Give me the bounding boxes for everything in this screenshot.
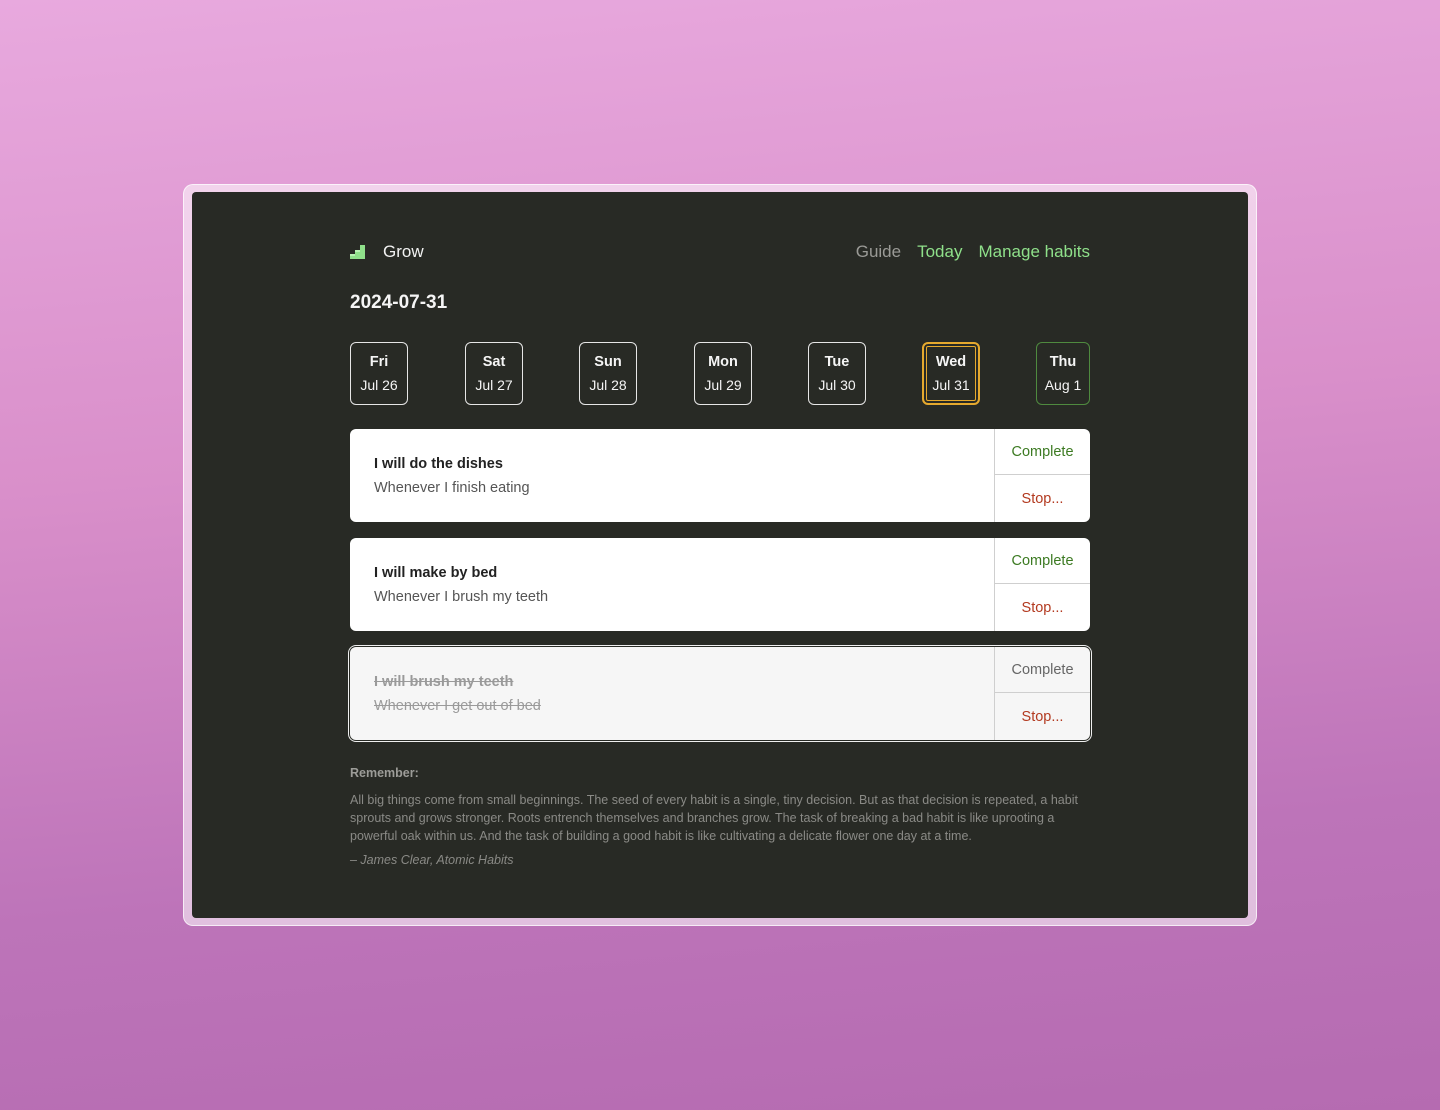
day-name: Thu <box>1049 354 1077 370</box>
day-name: Mon <box>708 354 738 370</box>
remember-attribution: – James Clear, Atomic Habits <box>350 853 514 867</box>
nav-today-link[interactable]: Today <box>917 242 962 262</box>
remember-label: Remember: <box>350 766 419 780</box>
nav-manage-habits-link[interactable]: Manage habits <box>978 242 1090 262</box>
app-window: Grow Guide Today Manage habits 2024-07-3… <box>192 192 1248 918</box>
habit-title: I will do the dishes <box>374 455 503 472</box>
day-date: Jul 26 <box>360 377 398 393</box>
day-name: Wed <box>935 354 967 370</box>
day-selector: Fri Jul 26 Sat Jul 27 Sun Jul 28 Mon Jul… <box>350 342 1090 405</box>
day-date: Jul 31 <box>932 377 970 393</box>
day-name: Fri <box>369 354 389 370</box>
habit-card: I will make by bed Whenever I brush my t… <box>350 538 1090 631</box>
habit-card: I will do the dishes Whenever I finish e… <box>350 429 1090 522</box>
day-date: Aug 1 <box>1044 377 1082 393</box>
habit-actions: Complete Stop... <box>994 538 1090 631</box>
day-name: Tue <box>824 354 850 370</box>
habit-actions: Complete Stop... <box>994 647 1090 740</box>
day-date: Jul 29 <box>704 377 742 393</box>
habit-card-completed: I will brush my teeth Whenever I get out… <box>350 647 1090 740</box>
day-button-sun[interactable]: Sun Jul 28 <box>579 342 637 405</box>
stop-button[interactable]: Stop... <box>995 693 1090 740</box>
complete-button[interactable]: Complete <box>995 647 1090 693</box>
day-date: Jul 30 <box>818 377 856 393</box>
day-name: Sat <box>482 354 506 370</box>
app-name: Grow <box>383 242 424 261</box>
habit-title: I will make by bed <box>374 564 498 581</box>
day-button-fri[interactable]: Fri Jul 26 <box>350 342 408 405</box>
habit-cue: Whenever I get out of bed <box>374 697 541 714</box>
habit-cue: Whenever I brush my teeth <box>374 588 549 605</box>
remember-quote: All big things come from small beginning… <box>350 793 1078 843</box>
day-date: Jul 27 <box>475 377 513 393</box>
habit-text: I will do the dishes Whenever I finish e… <box>374 429 530 522</box>
complete-button[interactable]: Complete <box>995 538 1090 584</box>
habit-text: I will make by bed Whenever I brush my t… <box>374 538 548 631</box>
day-name: Sun <box>594 354 622 370</box>
habit-actions: Complete Stop... <box>994 429 1090 522</box>
stop-button[interactable]: Stop... <box>995 584 1090 631</box>
remember-section: Remember: All big things come from small… <box>350 766 1090 867</box>
day-button-tue[interactable]: Tue Jul 30 <box>808 342 866 405</box>
stop-button[interactable]: Stop... <box>995 475 1090 522</box>
brand[interactable]: Grow <box>350 242 424 262</box>
habit-text: I will brush my teeth Whenever I get out… <box>374 647 541 740</box>
complete-button[interactable]: Complete <box>995 429 1090 475</box>
day-button-wed-selected[interactable]: Wed Jul 31 <box>922 342 980 405</box>
habit-title: I will brush my teeth <box>374 673 514 690</box>
header: Grow Guide Today Manage habits <box>350 240 1090 264</box>
nav-guide-link[interactable]: Guide <box>856 242 901 262</box>
day-button-thu[interactable]: Thu Aug 1 <box>1036 342 1090 405</box>
habit-cue: Whenever I finish eating <box>374 479 530 496</box>
day-button-mon[interactable]: Mon Jul 29 <box>694 342 752 405</box>
bar-steps-icon <box>350 245 366 259</box>
page-title: 2024-07-31 <box>350 292 448 313</box>
day-button-sat[interactable]: Sat Jul 27 <box>465 342 523 405</box>
day-date: Jul 28 <box>589 377 627 393</box>
top-nav: Guide Today Manage habits <box>840 242 1090 262</box>
